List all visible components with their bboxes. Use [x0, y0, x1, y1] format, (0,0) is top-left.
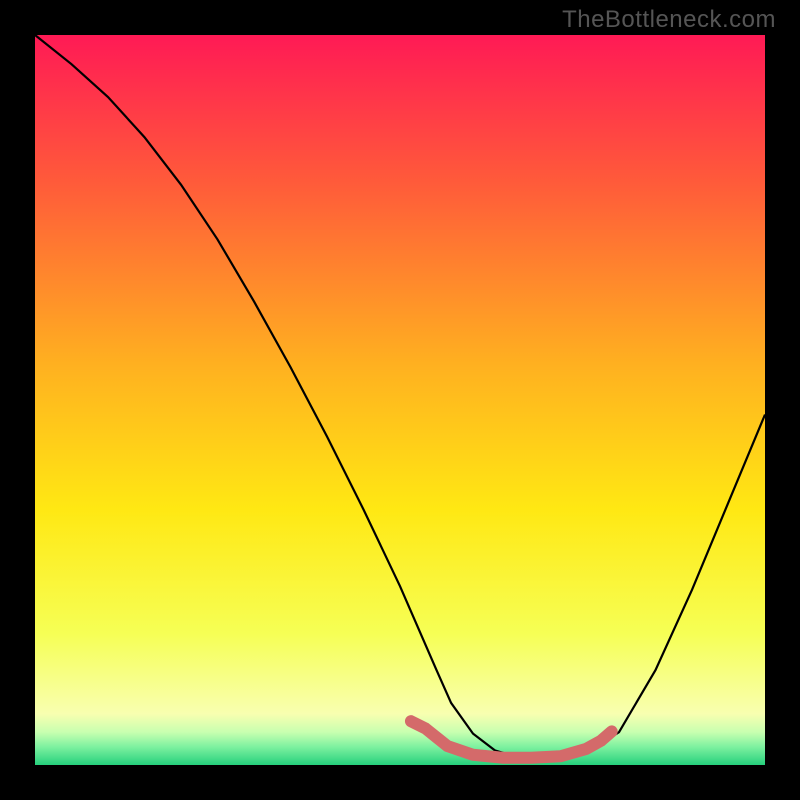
chart-container: TheBottleneck.com: [0, 0, 800, 800]
watermark-text: TheBottleneck.com: [562, 6, 776, 34]
plot-background: [35, 35, 765, 765]
chart-svg: [0, 0, 800, 800]
